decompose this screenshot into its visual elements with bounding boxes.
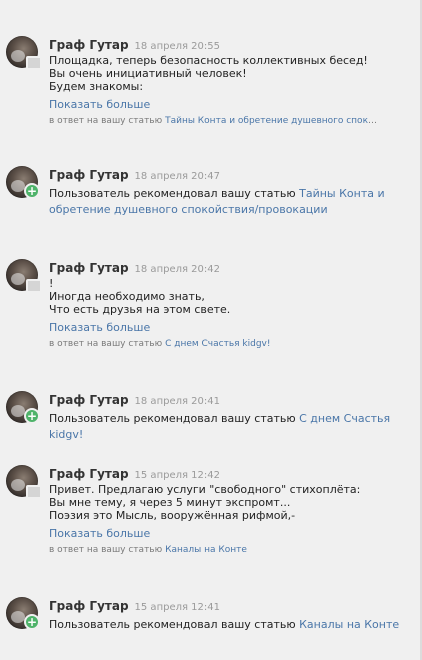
show-more-link[interactable]: Показать больше [49, 527, 417, 541]
author-name[interactable]: Граф Гутар [49, 393, 129, 407]
reply-context: в ответ на вашу статью С днем Счастья ki… [49, 339, 271, 349]
timestamp[interactable]: 18 апреля 20:47 [135, 171, 220, 182]
recommendation-text: Пользователь рекомендовал вашу статью С … [49, 412, 391, 441]
plus-icon: + [24, 183, 40, 199]
author-name[interactable]: Граф Гутар [49, 599, 129, 613]
recommendation-text: Пользователь рекомендовал вашу статью Ка… [49, 618, 400, 631]
author-name[interactable]: Граф Гутар [49, 168, 129, 182]
timestamp[interactable]: 15 апреля 12:42 [135, 470, 220, 481]
comment-text: Площадка, теперь безопасность коллективн… [49, 54, 368, 93]
reply-context: в ответ на вашу статью Каналы на Конте [49, 545, 247, 555]
recommendation-text: Пользователь рекомендовал вашу статью Та… [49, 187, 385, 216]
show-more-link[interactable]: Показать больше [49, 321, 417, 335]
author-name[interactable]: Граф Гутар [49, 38, 129, 52]
comment-icon [26, 56, 42, 70]
author-name[interactable]: Граф Гутар [49, 467, 129, 481]
reply-context: в ответ на вашу статью Тайны Конта и обр… [49, 115, 379, 127]
show-more-link[interactable]: Показать больше [49, 98, 417, 112]
article-link[interactable]: С днем Счастья kidgv! [165, 339, 270, 349]
timestamp[interactable]: 18 апреля 20:42 [135, 264, 220, 275]
article-link[interactable]: Каналы на Конте [299, 618, 399, 631]
comment-icon [26, 279, 42, 293]
comment-text: Привет. Предлагаю услуги "свободного" ст… [49, 483, 361, 522]
plus-icon: + [24, 408, 40, 424]
plus-icon: + [24, 614, 40, 630]
author-name[interactable]: Граф Гутар [49, 261, 129, 275]
comment-icon [26, 485, 42, 499]
article-link[interactable]: Тайны Конта и обретение душевного спокой… [165, 116, 379, 126]
comment-text: ! Иногда необходимо знать, Что есть друз… [49, 277, 231, 316]
timestamp[interactable]: 18 апреля 20:41 [135, 396, 220, 407]
timestamp[interactable]: 15 апреля 12:41 [135, 602, 220, 613]
timestamp[interactable]: 18 апреля 20:55 [135, 41, 220, 52]
article-link[interactable]: Каналы на Конте [165, 545, 247, 555]
